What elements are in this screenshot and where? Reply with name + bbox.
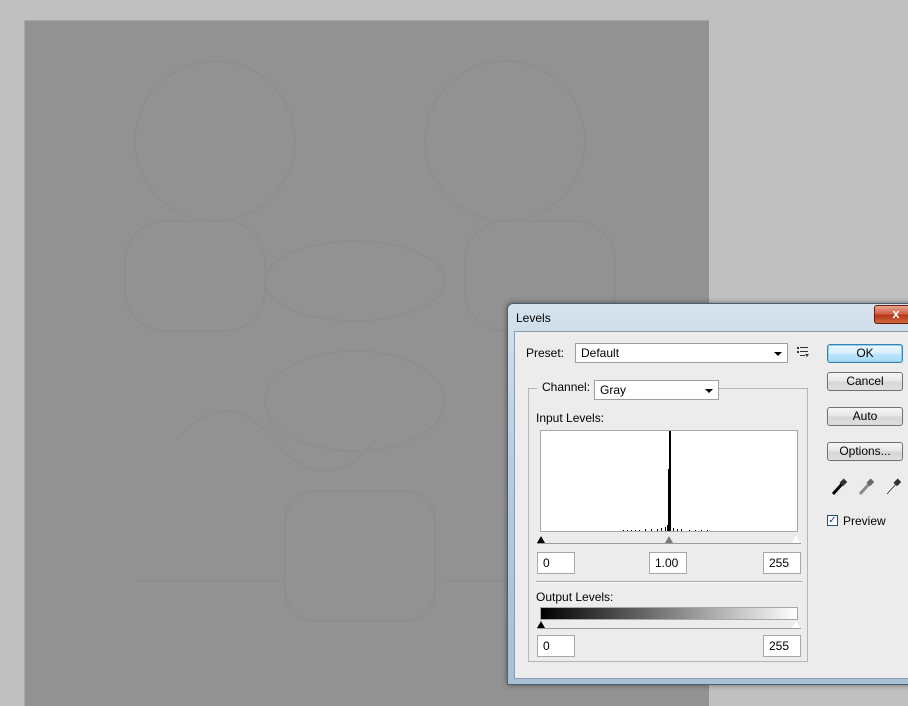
close-button[interactable]: x xyxy=(874,305,908,324)
histogram-bar xyxy=(673,528,674,531)
chevron-down-icon xyxy=(774,352,782,356)
dialog-titlebar[interactable]: Levels x xyxy=(508,304,908,330)
input-white-slider[interactable] xyxy=(792,536,800,543)
histogram-bar xyxy=(701,530,702,531)
histogram-graph xyxy=(623,431,708,531)
histogram-bar xyxy=(689,530,690,531)
histogram-bar xyxy=(657,529,658,531)
preset-label: Preset: xyxy=(526,346,565,360)
channel-select[interactable]: Gray xyxy=(594,380,719,400)
input-black-field[interactable]: 0 xyxy=(537,552,575,574)
output-black-slider[interactable] xyxy=(537,621,545,628)
dialog-client: Preset: Default Channel: Gray Input Leve… xyxy=(514,331,908,679)
channel-label: Channel: xyxy=(537,380,596,394)
histogram-bar xyxy=(645,529,646,531)
histogram-bar xyxy=(623,530,624,531)
histogram-bar xyxy=(627,530,628,531)
output-black-field[interactable]: 0 xyxy=(537,635,575,657)
auto-button[interactable]: Auto xyxy=(827,407,903,426)
preset-options-icon[interactable] xyxy=(796,346,810,358)
output-slider-track xyxy=(537,628,801,629)
channel-value: Gray xyxy=(600,383,627,397)
preset-value: Default xyxy=(581,346,620,360)
histogram-bar xyxy=(707,530,708,531)
white-point-eyedropper-icon[interactable] xyxy=(885,478,901,496)
input-levels-label: Input Levels: xyxy=(536,411,605,425)
histogram-bar xyxy=(651,529,652,531)
histogram-bar xyxy=(631,530,632,531)
histogram-bar xyxy=(661,528,662,531)
close-icon: x xyxy=(892,306,900,321)
histogram-bar xyxy=(639,530,640,531)
preview-label: Preview xyxy=(843,514,886,528)
black-point-eyedropper-icon[interactable] xyxy=(831,478,847,496)
gray-point-eyedropper-icon[interactable] xyxy=(858,478,874,496)
input-black-slider[interactable] xyxy=(537,536,545,543)
output-white-field[interactable]: 255 xyxy=(763,635,801,657)
input-slider-track xyxy=(537,543,801,544)
histogram-peak xyxy=(669,431,670,531)
dialog-title: Levels xyxy=(516,311,551,325)
ok-button[interactable]: OK xyxy=(827,344,903,363)
histogram-bar xyxy=(668,469,669,531)
output-white-slider[interactable] xyxy=(792,621,800,628)
cancel-button[interactable]: Cancel xyxy=(827,372,903,391)
levels-dialog: Levels x Preset: Default Channel: Gray I… xyxy=(507,303,908,685)
histogram-bar xyxy=(695,530,696,531)
input-gamma-slider[interactable] xyxy=(665,536,673,543)
input-white-field[interactable]: 255 xyxy=(763,552,801,574)
histogram-bar xyxy=(635,530,636,531)
input-gamma-field[interactable]: 1.00 xyxy=(649,552,687,574)
options-button[interactable]: Options... xyxy=(827,442,903,461)
histogram-bar xyxy=(667,525,668,531)
chevron-down-icon xyxy=(705,389,713,393)
check-icon: ✓ xyxy=(828,515,837,526)
histogram-bar xyxy=(681,529,682,531)
output-gradient-bar xyxy=(540,607,798,620)
histogram-bar xyxy=(677,529,678,531)
preset-select[interactable]: Default xyxy=(575,343,788,363)
preview-checkbox[interactable]: ✓ xyxy=(827,515,838,526)
histogram-bar xyxy=(665,527,666,531)
histogram-peak xyxy=(670,431,671,531)
output-separator xyxy=(536,581,802,583)
output-levels-label: Output Levels: xyxy=(536,590,614,604)
histogram xyxy=(540,430,798,532)
